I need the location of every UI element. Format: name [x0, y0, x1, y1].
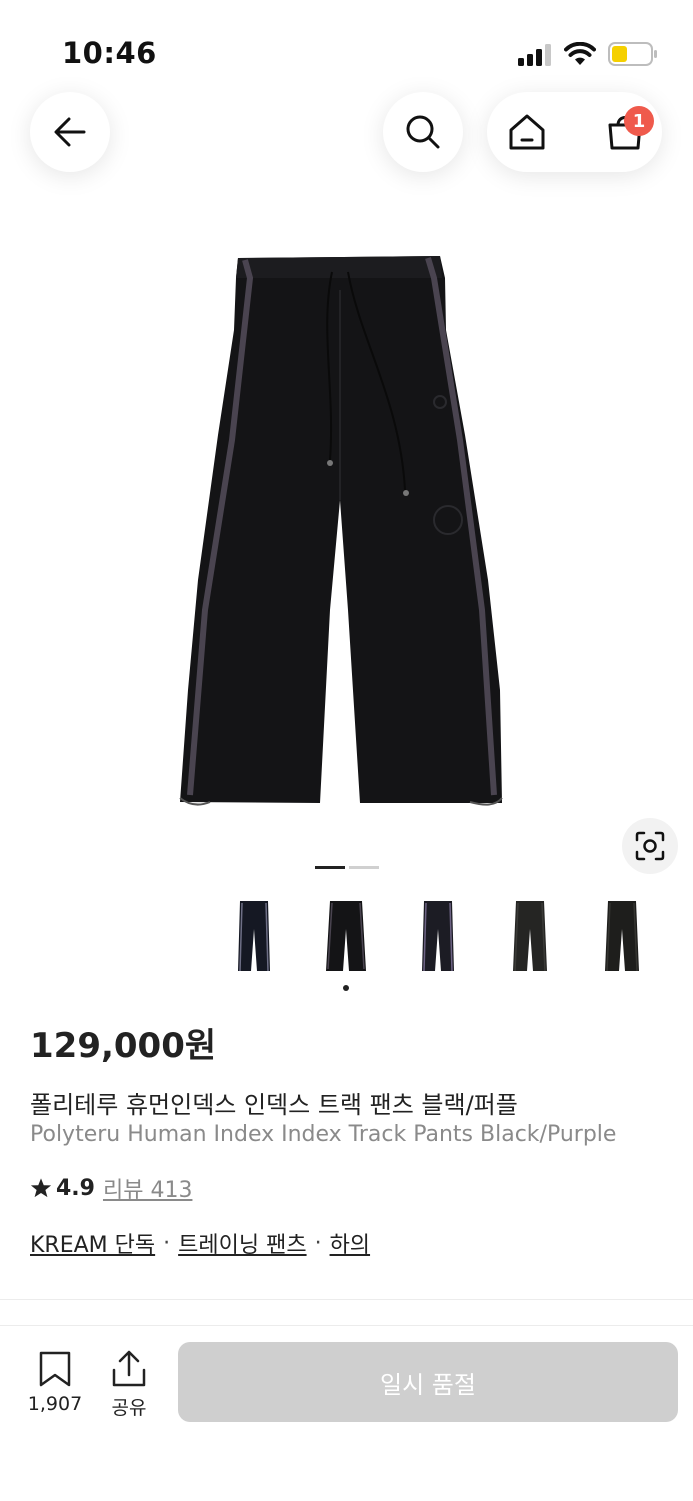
gallery-indicator: [349, 866, 379, 869]
sold-out-button[interactable]: 일시 품절: [178, 1342, 678, 1422]
pants-thumbnail: [605, 901, 639, 972]
tag-separator: ·: [163, 1230, 171, 1256]
rating-value: 4.9: [56, 1175, 95, 1201]
rating-row: 4.9 리뷰 413: [30, 1172, 192, 1204]
tag-separator: ·: [314, 1230, 322, 1256]
category-tags: KREAM 단독 · 트레이닝 팬츠 · 하의: [30, 1227, 370, 1259]
cart-count-badge: 1: [624, 106, 654, 136]
status-time: 10:46: [62, 36, 157, 70]
gallery-indicator-active: [315, 866, 345, 869]
bookmark-icon[interactable]: [38, 1350, 72, 1388]
battery-icon: [608, 42, 657, 66]
thumbnail-indicator: [343, 985, 349, 991]
section-divider: [0, 1299, 693, 1300]
thumbnail-5[interactable]: [592, 895, 652, 977]
thumbnail-2[interactable]: [316, 895, 376, 977]
tag-bottoms[interactable]: 하의: [330, 1227, 370, 1259]
home-button[interactable]: [501, 106, 553, 158]
search-button[interactable]: [383, 92, 463, 172]
product-price: 129,000원: [30, 1026, 217, 1066]
product-name-english: Polyteru Human Index Index Track Pants B…: [30, 1122, 617, 1147]
star-icon: [30, 1178, 52, 1198]
home-icon: [509, 114, 545, 150]
bookmark-count: 1,907: [27, 1393, 83, 1415]
cellular-signal-icon: [518, 44, 551, 66]
arrow-left-icon: [54, 117, 86, 147]
pants-thumbnail: [513, 901, 547, 972]
pants-thumbnail: [326, 901, 366, 971]
lens-scan-icon: [635, 831, 665, 861]
pants-thumbnail: [422, 901, 454, 972]
tag-training-pants[interactable]: 트레이닝 팬츠: [178, 1227, 306, 1259]
search-icon: [406, 115, 440, 149]
tag-kream-exclusive[interactable]: KREAM 단독: [30, 1227, 155, 1259]
share-icon[interactable]: [111, 1350, 147, 1388]
thumbnail-3[interactable]: [408, 895, 468, 977]
pants-illustration: [179, 256, 503, 806]
pants-thumbnail: [238, 901, 270, 972]
thumbnail-4[interactable]: [500, 895, 560, 977]
thumbnail-1[interactable]: [224, 895, 284, 977]
product-image[interactable]: [170, 250, 510, 820]
review-link[interactable]: 리뷰 413: [103, 1172, 192, 1204]
back-button[interactable]: [30, 92, 110, 172]
wifi-icon: [564, 42, 596, 65]
share-label[interactable]: 공유: [98, 1393, 160, 1420]
product-name-korean: 폴리테루 휴먼인덱스 인덱스 트랙 팬츠 블랙/퍼플: [30, 1091, 518, 1119]
image-search-button[interactable]: [622, 818, 678, 874]
